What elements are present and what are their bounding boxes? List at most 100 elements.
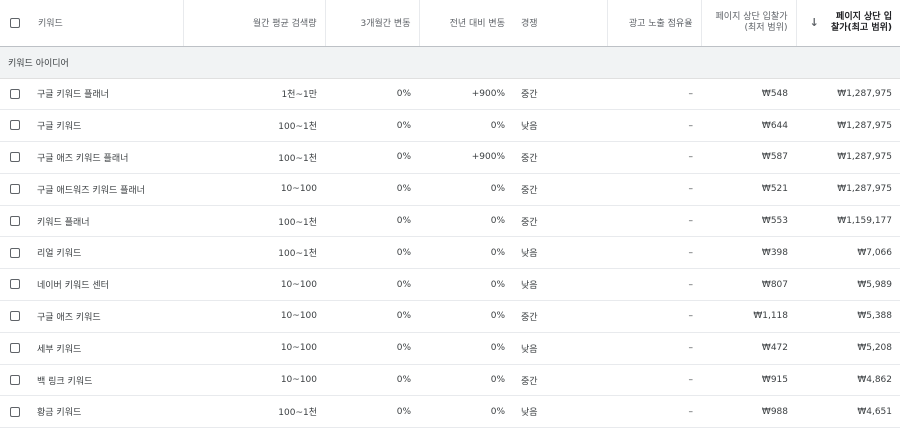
- top-bid-high-cell: ₩4,862: [796, 364, 900, 397]
- yoy-change-cell: 0%: [419, 300, 513, 333]
- top-bid-high-label: 페이지 상단 입찰가(최고 범위): [830, 11, 892, 33]
- monthly-searches-cell: 1천~1만: [183, 78, 325, 111]
- yoy-change-cell: 0%: [419, 173, 513, 206]
- monthly-searches-cell: 10~100: [183, 173, 325, 206]
- monthly-searches-cell: 100~1천: [183, 109, 325, 143]
- table-body: 키워드 아이디어 구글 키워드 플래너 1천~1만 0% +900% 중간 – ₩548 ₩1…: [0, 46, 900, 429]
- monthly-searches-cell: 10~100: [183, 332, 325, 365]
- yoy-change-cell: 0%: [419, 364, 513, 397]
- top-bid-low-cell: ₩644: [701, 109, 796, 143]
- competition-cell: 낮음: [513, 332, 607, 365]
- row-checkbox[interactable]: [10, 247, 20, 258]
- section-label: 키워드 아이디어: [0, 46, 900, 79]
- col-header-yoy-change[interactable]: 전년 대비 변동: [418, 0, 513, 47]
- col-header-three-month-change[interactable]: 3개월간 변동: [324, 0, 419, 47]
- table-row[interactable]: 키워드 플래너 100~1천 0% 0% 중간 – ₩553 ₩1,159,177: [0, 205, 900, 238]
- top-bid-low-cell: ₩587: [701, 141, 796, 174]
- competition-cell: 중간: [513, 300, 607, 333]
- table-row[interactable]: 구글 애드워즈 키워드 플래너 10~100 0% 0% 중간 – ₩521 ₩1,287,9…: [0, 173, 900, 206]
- row-checkbox[interactable]: [10, 215, 20, 226]
- three-month-change-cell: 0%: [325, 78, 419, 111]
- table-row[interactable]: 세부 키워드 10~100 0% 0% 낮음 – ₩472 ₩5,208: [0, 332, 900, 365]
- row-checkbox-cell: [0, 268, 30, 302]
- col-header-keyword[interactable]: 키워드: [30, 0, 183, 47]
- keyword-cell: 구글 애즈 키워드 플래너: [30, 141, 183, 174]
- col-header-top-bid-low[interactable]: 페이지 상단 입찰가 (최저 범위): [700, 0, 796, 47]
- select-all-checkbox[interactable]: [10, 17, 20, 28]
- keyword-cell: 구글 애즈 키워드: [30, 300, 183, 333]
- row-checkbox-cell: [0, 332, 30, 365]
- top-bid-low-cell: ₩988: [701, 395, 796, 429]
- yoy-change-cell: 0%: [419, 236, 513, 270]
- top-bid-high-cell: ₩1,287,975: [796, 109, 900, 143]
- col-header-competition[interactable]: 경쟁: [513, 0, 607, 47]
- top-bid-high-cell: ₩1,159,177: [796, 205, 900, 238]
- top-bid-high-cell: ₩1,287,975: [796, 173, 900, 206]
- three-month-change-cell: 0%: [325, 205, 419, 238]
- three-month-change-cell: 0%: [325, 173, 419, 206]
- section-row: 키워드 아이디어: [0, 46, 900, 79]
- three-month-change-cell: 0%: [325, 141, 419, 174]
- top-bid-high-cell: ₩1,287,975: [796, 141, 900, 174]
- table-row[interactable]: 황금 키워드 100~1천 0% 0% 낮음 – ₩988 ₩4,651: [0, 395, 900, 429]
- row-checkbox-cell: [0, 109, 30, 143]
- table-row[interactable]: 구글 키워드 플래너 1천~1만 0% +900% 중간 – ₩548 ₩1,287,975: [0, 78, 900, 111]
- table-row[interactable]: 리얼 키워드 100~1천 0% 0% 낮음 – ₩398 ₩7,066: [0, 236, 900, 270]
- monthly-searches-cell: 100~1천: [183, 141, 325, 174]
- row-checkbox[interactable]: [10, 279, 20, 290]
- ad-impression-share-cell: –: [607, 173, 701, 206]
- table-row[interactable]: 구글 애즈 키워드 10~100 0% 0% 중간 – ₩1,118 ₩5,388: [0, 300, 900, 333]
- top-bid-low-cell: ₩807: [701, 268, 796, 302]
- ad-impression-share-cell: –: [607, 364, 701, 397]
- monthly-searches-cell: 100~1천: [183, 205, 325, 238]
- three-month-change-cell: 0%: [325, 395, 419, 429]
- top-bid-low-cell: ₩472: [701, 332, 796, 365]
- col-header-monthly-searches[interactable]: 월간 평균 검색량: [182, 0, 325, 47]
- keyword-cell: 세부 키워드: [30, 332, 183, 365]
- competition-cell: 중간: [513, 141, 607, 174]
- row-checkbox[interactable]: [10, 120, 20, 131]
- col-header-ad-impression-share[interactable]: 광고 노출 점유율: [606, 0, 701, 47]
- competition-cell: 중간: [513, 173, 607, 206]
- ad-impression-share-cell: –: [607, 395, 701, 429]
- row-checkbox[interactable]: [10, 343, 20, 354]
- top-bid-low-label: 페이지 상단 입찰가 (최저 범위): [715, 11, 788, 33]
- table-row[interactable]: 구글 애즈 키워드 플래너 100~1천 0% +900% 중간 – ₩587 ₩1,287,…: [0, 141, 900, 174]
- yoy-change-cell: +900%: [419, 141, 513, 174]
- keyword-cell: 구글 키워드 플래너: [30, 78, 183, 111]
- keyword-ideas-table: 키워드 월간 평균 검색량 3개월간 변동 전년 대비 변동 경쟁 광고 노출 …: [0, 0, 900, 429]
- table-row[interactable]: 백 링크 키워드 10~100 0% 0% 중간 – ₩915 ₩4,862: [0, 364, 900, 397]
- row-checkbox-cell: [0, 395, 30, 429]
- competition-cell: 낮음: [513, 109, 607, 143]
- keyword-cell: 백 링크 키워드: [30, 364, 183, 397]
- row-checkbox[interactable]: [10, 88, 20, 99]
- monthly-searches-cell: 10~100: [183, 268, 325, 302]
- top-bid-low-cell: ₩548: [701, 78, 796, 111]
- arrow-down-icon[interactable]: ↓: [810, 16, 819, 29]
- competition-cell: 낮음: [513, 395, 607, 429]
- row-checkbox[interactable]: [10, 184, 20, 195]
- keyword-cell: 리얼 키워드: [30, 236, 183, 270]
- top-bid-high-cell: ₩1,287,975: [796, 78, 900, 111]
- yoy-change-cell: 0%: [419, 109, 513, 143]
- ad-impression-share-cell: –: [607, 205, 701, 238]
- ad-impression-share-cell: –: [607, 332, 701, 365]
- three-month-change-cell: 0%: [325, 364, 419, 397]
- keyword-cell: 키워드 플래너: [30, 205, 183, 238]
- row-checkbox[interactable]: [10, 152, 20, 163]
- table-header-row: 키워드 월간 평균 검색량 3개월간 변동 전년 대비 변동 경쟁 광고 노출 …: [0, 0, 900, 47]
- three-month-change-cell: 0%: [325, 268, 419, 302]
- row-checkbox[interactable]: [10, 406, 20, 417]
- ad-impression-share-cell: –: [607, 141, 701, 174]
- select-all-cell: [0, 0, 30, 47]
- table-row[interactable]: 네이버 키워드 센터 10~100 0% 0% 낮음 – ₩807 ₩5,989: [0, 268, 900, 302]
- col-header-top-bid-high[interactable]: ↓ 페이지 상단 입찰가(최고 범위): [795, 0, 900, 47]
- row-checkbox[interactable]: [10, 374, 20, 385]
- monthly-searches-cell: 100~1천: [183, 236, 325, 270]
- row-checkbox[interactable]: [10, 311, 20, 322]
- monthly-searches-cell: 10~100: [183, 300, 325, 333]
- three-month-change-cell: 0%: [325, 236, 419, 270]
- competition-cell: 낮음: [513, 268, 607, 302]
- table-row[interactable]: 구글 키워드 100~1천 0% 0% 낮음 – ₩644 ₩1,287,975: [0, 109, 900, 143]
- row-checkbox-cell: [0, 173, 30, 206]
